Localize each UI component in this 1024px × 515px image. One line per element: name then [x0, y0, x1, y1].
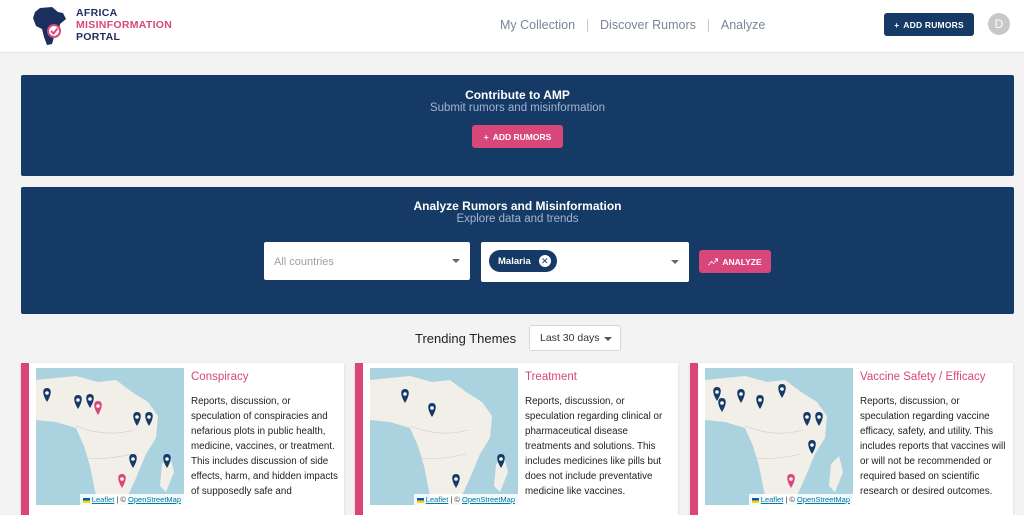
main-nav: My Collection Discover Rumors Analyze [500, 17, 765, 33]
osm-link[interactable]: OpenStreetMap [797, 495, 850, 504]
analyze-panel: Analyze Rumors and Misinformation Explor… [21, 187, 1014, 314]
map-markers [43, 388, 171, 488]
card-title[interactable]: Treatment [525, 371, 577, 383]
card-description: Reports, discussion, or speculation of c… [191, 396, 338, 497]
contribute-title: Contribute to AMP [465, 88, 570, 102]
ukraine-flag-icon [751, 497, 759, 503]
nav-divider [587, 18, 589, 32]
theme-map[interactable]: Leaflet | © OpenStreetMap [36, 368, 184, 505]
map-attribution: Leaflet | © OpenStreetMap [413, 494, 518, 505]
countries-placeholder: All countries [274, 256, 334, 268]
map-attribution: Leaflet | © OpenStreetMap [748, 494, 853, 505]
ukraine-flag-icon [416, 497, 424, 503]
osm-link[interactable]: OpenStreetMap [462, 495, 515, 504]
contribute-add-rumors-button[interactable]: + ADD RUMORS [472, 125, 563, 148]
analyze-title: Analyze Rumors and Misinformation [413, 199, 622, 213]
analyze-button[interactable]: ANALYZE [699, 250, 771, 273]
nav-discover-rumors[interactable]: Discover Rumors [600, 18, 696, 32]
countries-select[interactable]: All countries [264, 242, 470, 280]
chevron-down-icon [452, 259, 460, 263]
contribute-panel: Contribute to AMP Submit rumors and misi… [21, 75, 1014, 176]
theme-map[interactable]: Leaflet | © OpenStreetMap [370, 368, 518, 505]
contribute-subtitle: Submit rumors and misinformation [429, 102, 606, 114]
card-title[interactable]: Conspiracy [191, 371, 249, 383]
topic-chip-label: Malaria [498, 255, 531, 267]
header-add-rumors-button[interactable]: + ADD RUMORS [884, 13, 974, 36]
osm-link[interactable]: OpenStreetMap [128, 495, 181, 504]
ukraine-flag-icon [82, 497, 90, 503]
card-description: Reports, discussion, or speculation rega… [525, 396, 663, 497]
leaflet-link[interactable]: Leaflet [761, 495, 784, 504]
period-select-value: Last 30 days [540, 332, 600, 344]
trending-themes-title: Trending Themes [415, 331, 517, 346]
top-header: AFRICA MISINFORMATION PORTAL My Collecti… [0, 0, 1024, 53]
nav-divider [707, 18, 709, 32]
topic-select[interactable]: Malaria ✕ [481, 242, 689, 282]
theme-map[interactable]: Leaflet | © OpenStreetMap [705, 368, 853, 505]
logo-text: AFRICA MISINFORMATION PORTAL [76, 7, 172, 43]
theme-card-vaccine-safety[interactable]: Leaflet | © OpenStreetMap Vaccine Safety… [690, 363, 1013, 515]
plus-icon: + [483, 131, 489, 142]
topic-chip: Malaria ✕ [489, 250, 557, 272]
leaflet-link[interactable]: Leaflet [92, 495, 115, 504]
attribution-separator: | © [783, 495, 798, 504]
plus-icon: + [894, 19, 900, 30]
leaflet-link[interactable]: Leaflet [426, 495, 449, 504]
africa-logo-icon [33, 7, 66, 45]
trend-icon [708, 257, 719, 265]
attribution-separator: | © [114, 495, 129, 504]
map-attribution: Leaflet | © OpenStreetMap [79, 494, 184, 505]
card-title[interactable]: Vaccine Safety / Efficacy [860, 371, 986, 383]
nav-my-collection[interactable]: My Collection [500, 18, 575, 32]
site-logo[interactable]: AFRICA MISINFORMATION PORTAL [30, 4, 190, 48]
theme-card-conspiracy[interactable]: Leaflet | © OpenStreetMap Conspiracy Rep… [21, 363, 344, 515]
analyze-button-label: ANALYZE [722, 256, 762, 267]
chevron-down-icon [671, 260, 679, 264]
card-description: Reports, discussion, or speculation rega… [860, 396, 1006, 497]
theme-card-treatment[interactable]: Leaflet | © OpenStreetMap Treatment Repo… [355, 363, 678, 515]
header-add-rumors-label: ADD RUMORS [903, 19, 964, 30]
map-markers [401, 389, 505, 488]
nav-analyze[interactable]: Analyze [721, 18, 765, 32]
chevron-down-icon [604, 337, 612, 341]
analyze-subtitle: Explore data and trends [456, 213, 579, 225]
map-markers [713, 384, 823, 488]
logo-line-1: AFRICA [76, 7, 118, 19]
period-select[interactable]: Last 30 days [529, 325, 621, 351]
logo-line-2: MISINFORMATION [76, 19, 173, 31]
attribution-separator: | © [448, 495, 463, 504]
remove-chip-icon[interactable]: ✕ [538, 255, 551, 267]
user-avatar[interactable]: D [988, 13, 1010, 35]
logo-line-3: PORTAL [76, 31, 121, 43]
contribute-add-rumors-label: ADD RUMORS [492, 131, 552, 142]
